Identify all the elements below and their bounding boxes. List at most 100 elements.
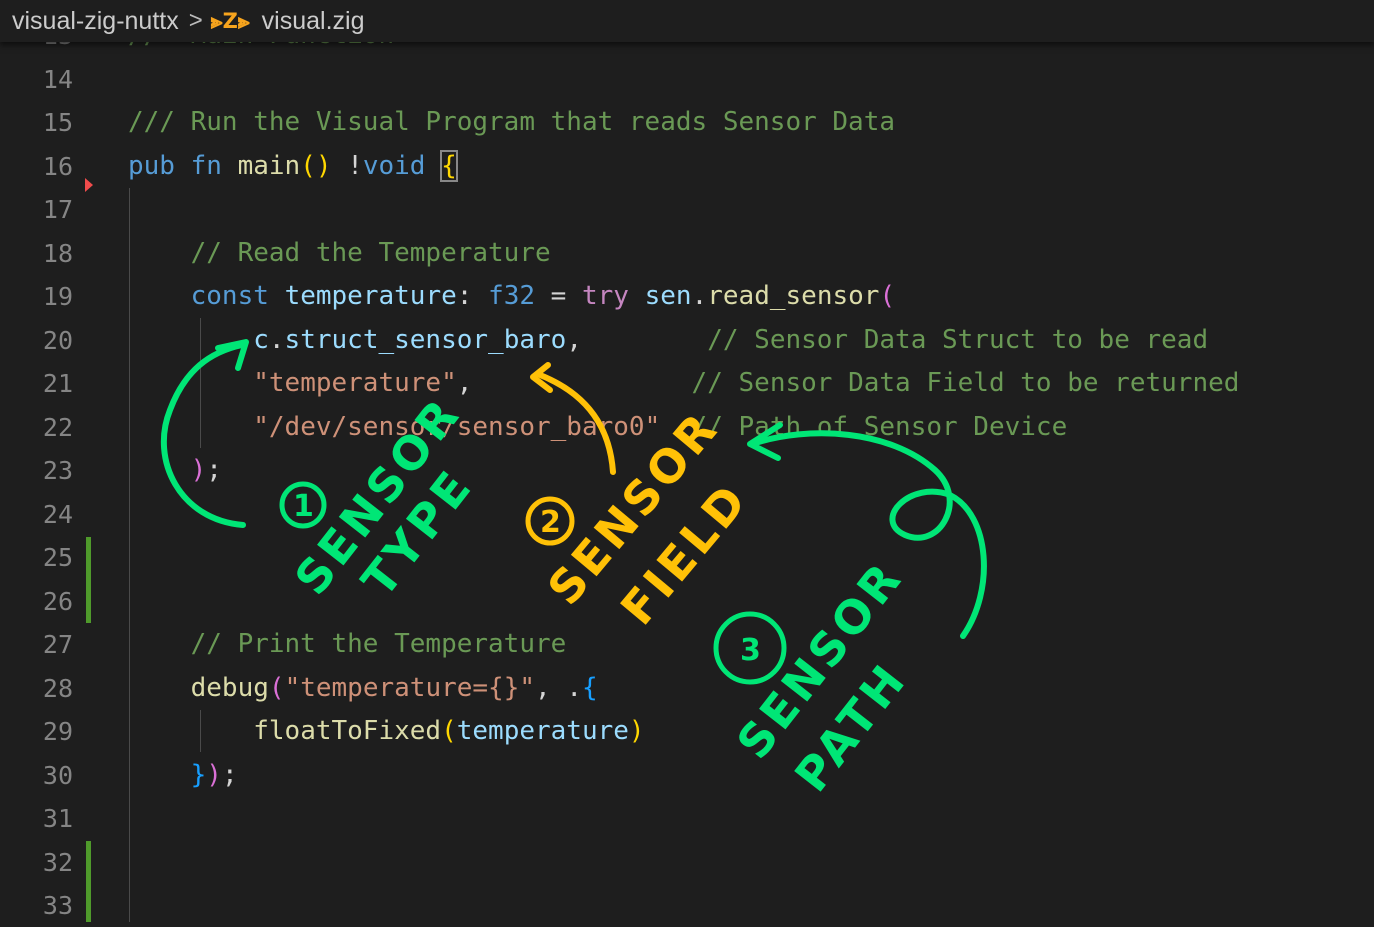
- code-token: ): [206, 759, 222, 790]
- code-text[interactable]: "/dev/sensor/sensor_baro0" // Path of Se…: [128, 406, 1067, 449]
- code-line[interactable]: 19 const temperature: f32 = try sen.read…: [0, 275, 1374, 318]
- code-line[interactable]: 25: [0, 536, 1374, 579]
- code-token: ;: [206, 455, 222, 485]
- line-number[interactable]: 29: [0, 710, 73, 753]
- code-line[interactable]: 21 "temperature", // Sensor Data Field t…: [0, 362, 1374, 405]
- code-token: (: [879, 281, 896, 311]
- code-token: /// Run the Visual Program that reads Se…: [128, 107, 896, 137]
- code-token: .: [691, 281, 708, 311]
- chevron-right-icon: >: [188, 7, 203, 34]
- code-token: (): [300, 150, 332, 181]
- code-line[interactable]: 29 floatToFixed(temperature): [0, 710, 1374, 753]
- line-number[interactable]: 24: [0, 493, 73, 536]
- breadcrumb: visual-zig-nuttx > ⫸Z⫸ visual.zig: [0, 0, 1374, 42]
- code-token: main: [237, 150, 301, 181]
- line-number[interactable]: 32: [0, 841, 73, 884]
- line-number[interactable]: 25: [0, 536, 73, 579]
- code-token: // Print the Temperature: [128, 629, 567, 659]
- line-number[interactable]: 23: [0, 449, 73, 492]
- code-token: (: [268, 672, 285, 703]
- code-line[interactable]: 16 pub fn main() !void {: [0, 145, 1374, 188]
- indent-guide: [200, 710, 201, 752]
- line-number[interactable]: 28: [0, 667, 73, 710]
- breadcrumb-file[interactable]: visual.zig: [262, 7, 365, 36]
- code-line[interactable]: 30 });: [0, 754, 1374, 797]
- code-text[interactable]: c.struct_sensor_baro, // Sensor Data Str…: [128, 319, 1208, 362]
- code-token: "temperature": [253, 368, 457, 398]
- code-token: ): [628, 716, 645, 746]
- code-text[interactable]: });: [128, 754, 238, 797]
- code-line[interactable]: 26: [0, 580, 1374, 623]
- line-number[interactable]: 18: [0, 232, 73, 275]
- code-line[interactable]: 24: [0, 493, 1374, 536]
- code-line[interactable]: 31: [0, 797, 1374, 840]
- code-text[interactable]: const temperature: f32 = try sen.read_se…: [128, 275, 895, 318]
- line-number[interactable]: 17: [0, 188, 73, 231]
- code-token: temperature: [284, 281, 457, 311]
- code-token: .: [566, 672, 582, 703]
- code-token: ;: [221, 759, 238, 790]
- code-line[interactable]: 27 // Print the Temperature: [0, 623, 1374, 666]
- code-text[interactable]: // Read the Temperature: [128, 232, 551, 275]
- code-editor[interactable]: 13// Main Function1415/// Run the Visual…: [0, 0, 1374, 922]
- code-token: ,: [456, 368, 692, 398]
- code-token: sen: [644, 281, 692, 311]
- indent-guide: [129, 188, 130, 922]
- code-line[interactable]: 15 /// Run the Visual Program that reads …: [0, 101, 1374, 144]
- code-line[interactable]: 32: [0, 841, 1374, 884]
- line-number[interactable]: 27: [0, 623, 73, 666]
- code-token: read_sensor: [707, 281, 880, 311]
- code-token: void: [362, 150, 426, 181]
- line-number[interactable]: 20: [0, 319, 73, 362]
- code-line[interactable]: 28 debug("temperature={}", .{: [0, 667, 1374, 710]
- code-token: f32: [488, 281, 536, 311]
- code-text[interactable]: pub fn main() !void {: [128, 145, 458, 188]
- code-line[interactable]: 23 );: [0, 449, 1374, 492]
- code-token: !: [347, 150, 363, 181]
- code-text[interactable]: /// Run the Visual Program that reads Se…: [128, 101, 895, 144]
- code-line[interactable]: 14: [0, 58, 1374, 101]
- code-token: ,: [566, 324, 708, 355]
- line-number[interactable]: 33: [0, 884, 73, 927]
- indent-guide: [200, 318, 201, 448]
- code-text[interactable]: );: [128, 449, 222, 492]
- code-text[interactable]: // Print the Temperature: [128, 623, 567, 666]
- code-text[interactable]: "temperature", // Sensor Data Field to b…: [128, 362, 1239, 405]
- code-text[interactable]: floatToFixed(temperature): [128, 710, 645, 753]
- code-token: "temperature={}": [284, 672, 536, 703]
- line-number[interactable]: 16: [0, 145, 73, 188]
- line-number[interactable]: 30: [0, 754, 73, 797]
- code-line[interactable]: 18 // Read the Temperature: [0, 232, 1374, 275]
- code-token: ,: [535, 672, 567, 703]
- code-token: // Read the Temperature: [128, 237, 551, 268]
- code-line[interactable]: 22 "/dev/sensor/sensor_baro0" // Path of…: [0, 406, 1374, 449]
- git-modified-indicator[interactable]: [86, 537, 91, 623]
- line-number[interactable]: 31: [0, 797, 73, 840]
- code-line[interactable]: 20 c.struct_sensor_baro, // Sensor Data …: [0, 319, 1374, 362]
- code-token: // Sensor Data Struct to be read: [707, 324, 1209, 355]
- line-number[interactable]: 15: [0, 101, 73, 144]
- code-line[interactable]: 33: [0, 884, 1374, 927]
- code-line[interactable]: 17: [0, 188, 1374, 231]
- git-modified-indicator[interactable]: [86, 841, 91, 922]
- breadcrumb-folder[interactable]: visual-zig-nuttx: [12, 7, 179, 36]
- line-number[interactable]: 14: [0, 58, 73, 101]
- line-number[interactable]: 26: [0, 580, 73, 623]
- line-number[interactable]: 21: [0, 362, 73, 405]
- code-token: (: [441, 716, 457, 746]
- line-number[interactable]: 22: [0, 406, 73, 449]
- code-token: ): [190, 455, 207, 485]
- code-text[interactable]: debug("temperature={}", .{: [128, 667, 598, 710]
- line-number[interactable]: 19: [0, 275, 73, 318]
- code-token: const: [190, 281, 269, 311]
- code-token: temperature: [456, 716, 629, 746]
- code-token: {: [440, 149, 458, 182]
